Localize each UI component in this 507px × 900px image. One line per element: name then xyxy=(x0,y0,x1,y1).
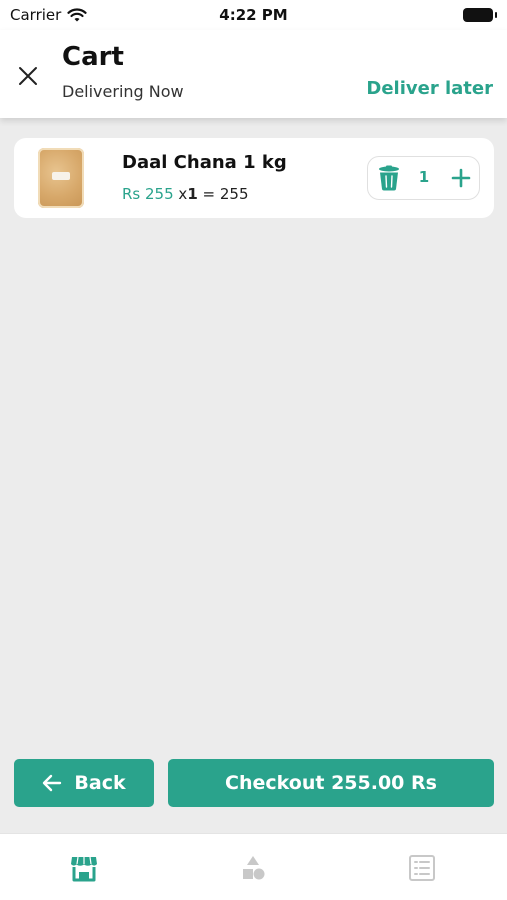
plus-icon xyxy=(451,168,471,188)
deliver-later-link[interactable]: Deliver later xyxy=(366,78,493,99)
wifi-icon xyxy=(67,7,87,21)
price-quantity: 1 xyxy=(187,185,198,203)
quantity-value: 1 xyxy=(418,168,430,186)
remove-item-button[interactable] xyxy=(374,163,404,193)
checkout-button[interactable]: Checkout 255.00 Rs xyxy=(168,759,494,807)
list-icon xyxy=(409,855,435,881)
tab-store[interactable] xyxy=(64,848,104,888)
checkout-button-label: Checkout 255.00 Rs xyxy=(225,772,437,794)
carrier-label: Carrier xyxy=(10,6,62,24)
status-bar: Carrier 4:22 PM xyxy=(0,0,507,30)
bottom-tab-bar xyxy=(0,833,507,900)
status-left: Carrier xyxy=(10,6,87,24)
quantity-stepper: 1 xyxy=(367,156,480,200)
back-button[interactable]: Back xyxy=(14,759,154,807)
shapes-icon xyxy=(243,856,265,880)
price-line: Rs 255 x1 = 255 xyxy=(122,185,249,203)
times-sign: x xyxy=(178,185,188,203)
delivery-mode-label: Delivering Now xyxy=(62,82,184,101)
close-icon xyxy=(19,67,37,85)
product-name: Daal Chana 1 kg xyxy=(122,152,287,173)
storefront-icon xyxy=(71,856,97,882)
cart-header: Cart Delivering Now Deliver later xyxy=(0,30,507,118)
close-button[interactable] xyxy=(10,58,46,94)
line-total: 255 xyxy=(219,185,249,203)
unit-price: Rs 255 xyxy=(122,185,174,203)
tab-orders[interactable] xyxy=(402,848,442,888)
battery-icon xyxy=(463,8,497,22)
increase-quantity-button[interactable] xyxy=(446,163,476,193)
page-title: Cart xyxy=(62,42,124,72)
cart-item-card: Daal Chana 1 kg Rs 255 x1 = 255 1 xyxy=(14,138,494,218)
tab-categories[interactable] xyxy=(233,848,273,888)
equals-sign: = xyxy=(202,185,216,203)
arrow-left-icon xyxy=(43,774,62,792)
product-image xyxy=(38,148,84,208)
back-button-label: Back xyxy=(74,772,126,794)
trash-icon xyxy=(379,165,399,191)
